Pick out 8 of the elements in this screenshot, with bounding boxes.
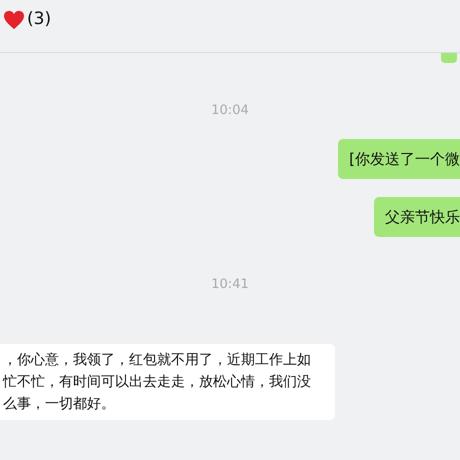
heart-icon [3, 10, 25, 30]
timestamp: 10:41 [211, 276, 249, 294]
timestamp: 10:04 [211, 102, 249, 120]
message-bubble[interactable]: ，你心意，我领了，红包就不用了，近期工作上如 忙不忙，有时间可以出去走走，放松心情，我们没 么事，一切都好。 [0, 344, 335, 420]
message-bubble[interactable]: [你发送了一个微 [338, 138, 460, 178]
chat-title: (3) [27, 8, 52, 32]
message-bubble[interactable]: 父亲节快乐 [374, 196, 460, 236]
message-bubble [441, 53, 457, 63]
